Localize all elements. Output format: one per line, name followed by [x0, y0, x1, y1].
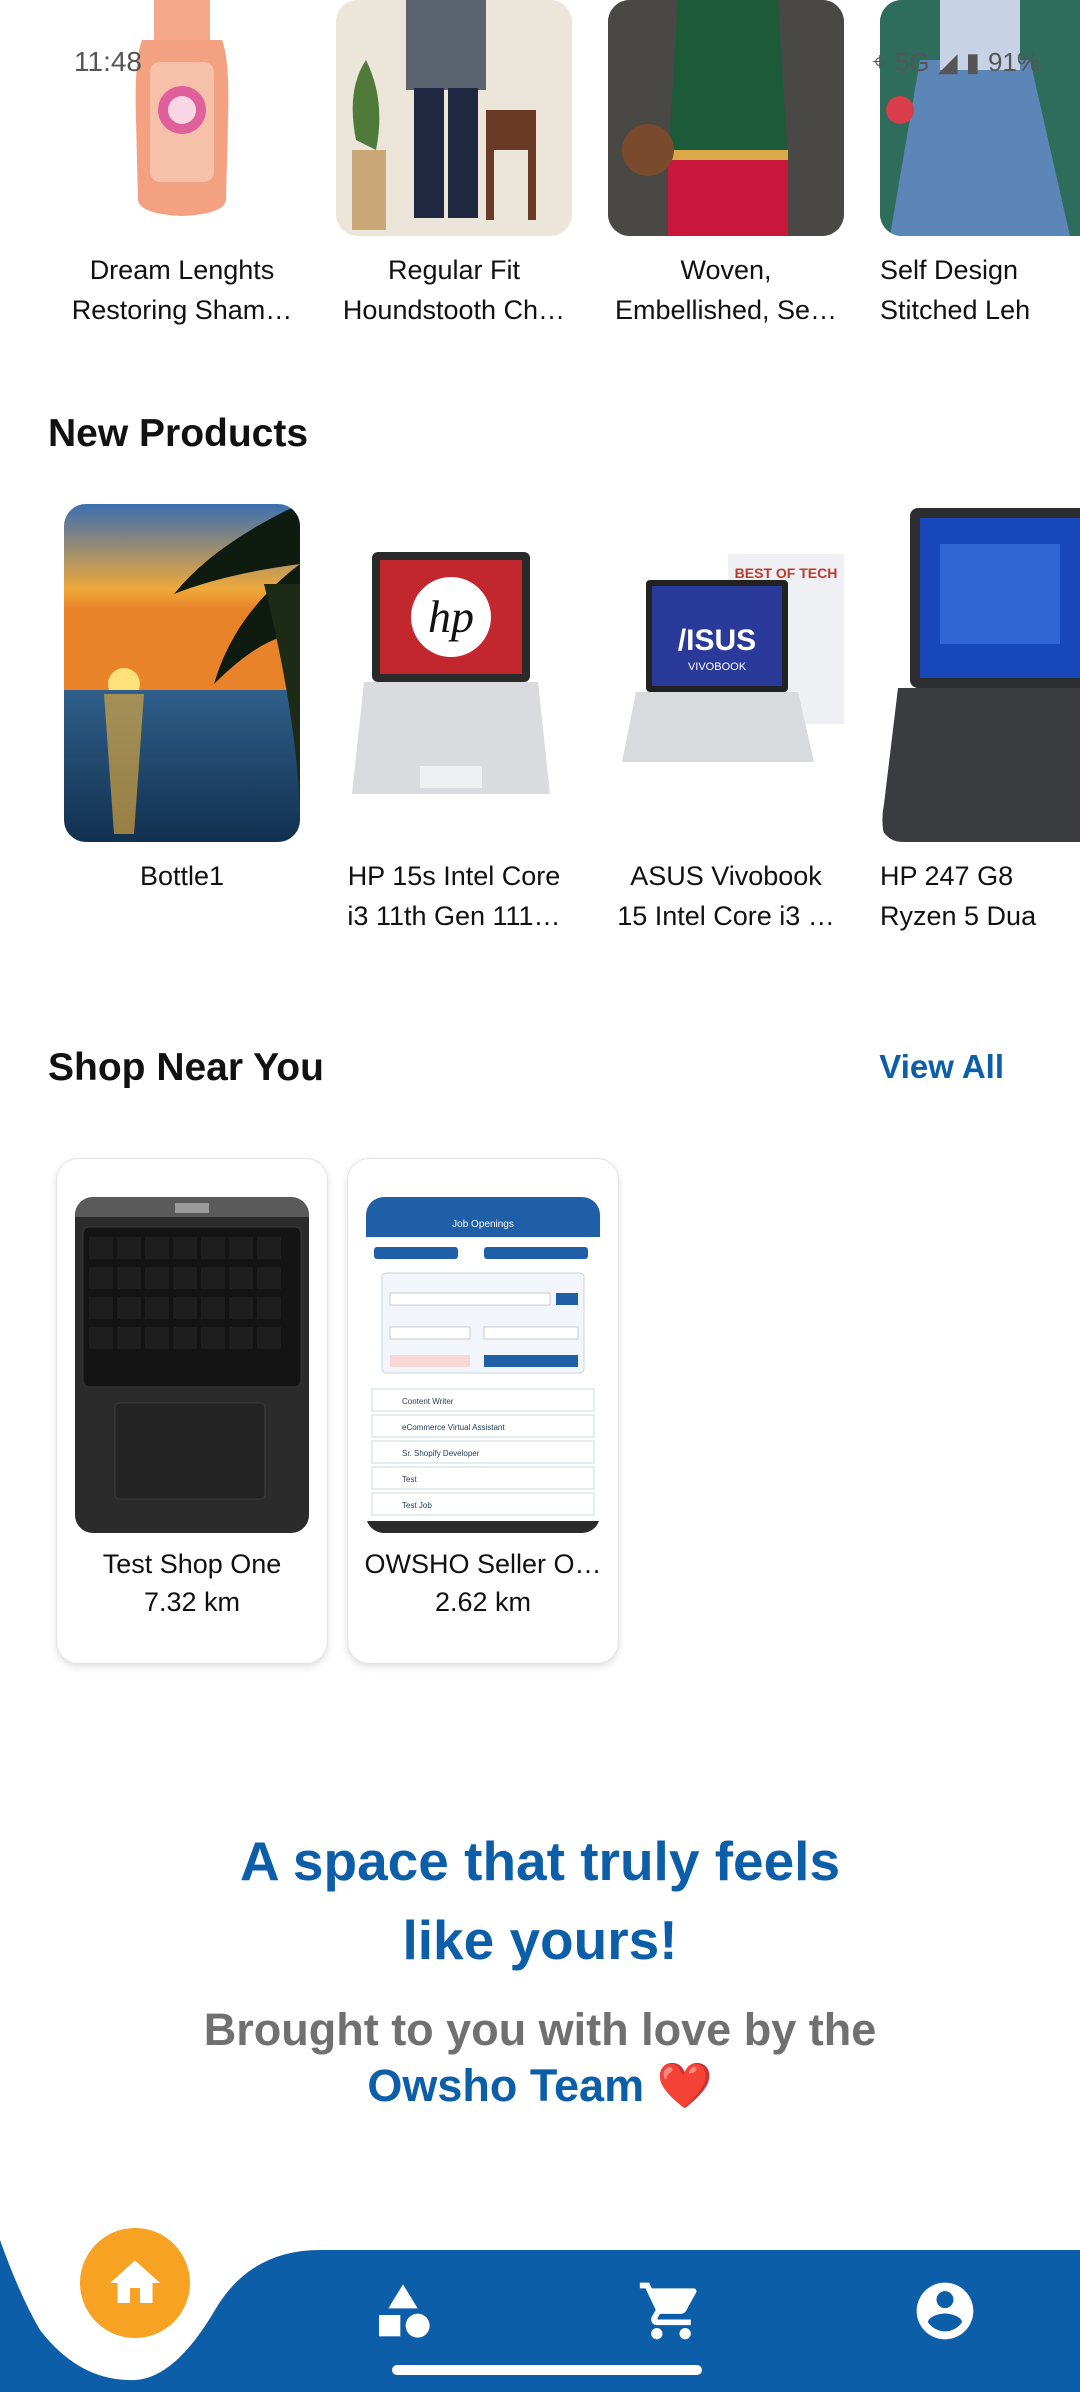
tagline-subtext: Brought to you with love by the	[203, 2004, 877, 2055]
product-image	[880, 0, 1080, 236]
product-title: Self Design Stitched Leh	[880, 255, 1031, 325]
nav-home-button[interactable]	[80, 2228, 190, 2338]
new-products-carousel[interactable]: Bottle1 hp HP 15s Intel Core i3 11th Gen…	[0, 504, 1080, 934]
asus-logo-text: /ISUS	[678, 624, 756, 657]
heart-icon: ❤️	[656, 2060, 713, 2111]
product-card[interactable]: Self Design Stitched Leh	[880, 0, 1080, 330]
tagline-line-1: A space that truly feels	[239, 1830, 841, 1892]
shop-distance: 2.62 km	[434, 1587, 532, 1617]
shop-image	[75, 1197, 309, 1533]
product-image: BEST OF TECH /ISUS VIVOBOOK	[608, 504, 844, 842]
hp-247-laptop-image	[882, 508, 1080, 842]
product-image: hp	[336, 504, 572, 842]
hp-logo-text: hp	[428, 591, 474, 642]
shop-distance: 7.32 km	[143, 1587, 241, 1617]
tagline-line-2: like yours!	[402, 1909, 678, 1971]
nav-account-button[interactable]	[910, 2276, 980, 2346]
account-icon	[916, 2282, 974, 2340]
product-title: HP 15s Intel Core i3 11th Gen 111…	[347, 861, 561, 931]
product-image	[64, 504, 300, 842]
app-screenshot-image: Job Openings Content Writer eCommerce Vi…	[366, 1197, 600, 1533]
shop-name: OWSHO Seller O…	[364, 1549, 602, 1579]
asus-laptop-image: BEST OF TECH /ISUS VIVOBOOK	[622, 554, 844, 762]
product-title: HP 247 G8 Ryzen 5 Dua	[880, 861, 1037, 931]
shop-name: Test Shop One	[102, 1549, 282, 1579]
product-image	[64, 0, 300, 236]
shop-card[interactable]: Test Shop One 7.32 km	[56, 1158, 328, 1664]
shop-image: Job Openings Content Writer eCommerce Vi…	[366, 1197, 600, 1533]
shop-near-you-title: Shop Near You	[48, 1046, 324, 1089]
asus-badge-text: BEST OF TECH	[735, 565, 838, 581]
home-icon	[110, 2260, 160, 2303]
nav-cart-button[interactable]	[636, 2276, 706, 2346]
sunset-beach-image	[64, 504, 300, 842]
product-card[interactable]: Dream Lenghts Restoring Sham…	[64, 0, 300, 330]
product-card[interactable]: Regular Fit Houndstooth Ch…	[336, 0, 572, 330]
product-card[interactable]: Woven, Embellished, Se…	[608, 0, 844, 330]
view-all-link[interactable]: View All	[879, 1048, 1004, 1086]
brand-name: Owsho Team	[367, 2060, 645, 2111]
shop-card[interactable]: Job Openings Content Writer eCommerce Vi…	[347, 1158, 619, 1664]
screenshot-row-text: Test Job	[402, 1501, 432, 1510]
product-card[interactable]: hp HP 15s Intel Core i3 11th Gen 111…	[336, 504, 572, 934]
tagline-heading: A space that truly feels like yours!	[0, 1822, 1080, 1980]
product-title: Regular Fit Houndstooth Ch…	[342, 255, 566, 325]
lehenga-image	[880, 0, 1080, 236]
top-products-carousel[interactable]: Dream Lenghts Restoring Sham… Regular Fi…	[0, 0, 1080, 340]
screenshot-header-text: Job Openings	[452, 1219, 514, 1230]
keyboard-photo	[75, 1197, 309, 1533]
cart-icon	[639, 2282, 697, 2340]
asus-sub-text: VIVOBOOK	[688, 661, 747, 673]
tagline-brand: Owsho Team ❤️	[0, 2058, 1080, 2114]
product-card[interactable]: BEST OF TECH /ISUS VIVOBOOK ASUS Vivoboo…	[608, 504, 844, 934]
gesture-navigation-bar[interactable]	[392, 2365, 702, 2375]
screenshot-row-text: Test	[402, 1475, 417, 1484]
product-image	[336, 0, 572, 236]
product-title: Woven, Embellished, Se…	[614, 255, 838, 325]
categories-icon	[379, 2284, 430, 2338]
product-image	[880, 504, 1080, 842]
new-products-title: New Products	[48, 412, 309, 455]
product-title: Dream Lenghts Restoring Sham…	[71, 255, 293, 325]
screenshot-row-text: Content Writer	[402, 1397, 454, 1406]
saree-image	[608, 0, 844, 236]
screenshot-row-text: eCommerce Virtual Assistant	[402, 1423, 505, 1432]
product-image	[608, 0, 844, 236]
product-title: Bottle1	[139, 861, 225, 891]
hp-laptop-image: hp	[352, 552, 550, 794]
product-title: ASUS Vivobook 15 Intel Core i3 …	[617, 861, 835, 931]
product-card[interactable]: Bottle1	[64, 504, 300, 934]
man-in-shirt-image	[336, 0, 572, 236]
product-card[interactable]: HP 247 G8 Ryzen 5 Dua	[880, 504, 1080, 934]
screenshot-row-text: Sr. Shopify Developer	[402, 1449, 480, 1458]
nav-categories-button[interactable]	[368, 2276, 438, 2346]
shampoo-bottle-image	[135, 0, 229, 216]
